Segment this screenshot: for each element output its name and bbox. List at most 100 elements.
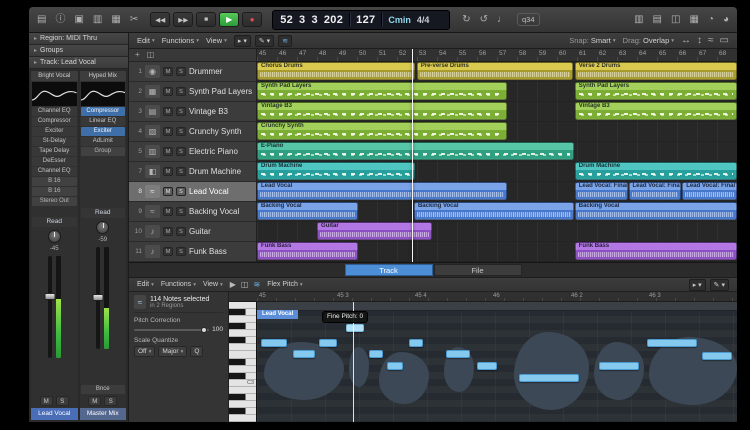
white-key[interactable] [229, 415, 256, 422]
eq-thumbnail[interactable] [31, 82, 77, 106]
list-editors-icon[interactable]: ▥ [634, 14, 643, 25]
plugin-slot[interactable]: Compressor [32, 117, 77, 126]
bounce-button[interactable]: Bnce [80, 385, 125, 394]
solo-button[interactable]: S [176, 167, 186, 176]
mute-button[interactable]: M [163, 187, 173, 196]
zoom-horizontal-icon[interactable]: ↔ [681, 35, 691, 46]
scale-root-select[interactable]: Off ▾ [134, 346, 156, 357]
track-header-drummer[interactable]: 1 ◉ M S Drummer [129, 62, 256, 82]
volume-fader[interactable] [44, 256, 56, 358]
zoom-presets-icon[interactable]: ▭ [720, 35, 729, 46]
loop-browser-icon[interactable]: ◫ [671, 14, 680, 25]
plugin-slot[interactable]: St-Delay [32, 137, 77, 146]
flex-pitch-note[interactable] [519, 374, 579, 382]
plugin-slot[interactable]: AdLimit [80, 137, 125, 146]
routing-slot[interactable]: Group [80, 147, 125, 156]
white-key[interactable] [229, 386, 256, 394]
drag-menu[interactable]: Drag: Overlap ▾ [623, 36, 674, 45]
flex-icon[interactable]: ≋ [253, 280, 260, 289]
rewind-button[interactable]: ◀◀ [150, 12, 171, 27]
white-key[interactable] [229, 400, 256, 408]
editor-region-chip[interactable]: Lead Vocal [257, 310, 299, 319]
flex-toggle[interactable]: ≋ [278, 34, 293, 47]
white-key[interactable] [229, 344, 256, 352]
region[interactable]: Lead Vocal: Final Com [574, 182, 628, 200]
region[interactable]: Synth Pad Layers [257, 82, 507, 100]
track-header-electric-piano[interactable]: 5 ▥ M S Electric Piano [129, 142, 256, 162]
plugin-slot[interactable]: Linear EQ [80, 117, 125, 126]
solo-button[interactable]: S [176, 187, 186, 196]
waveform-zoom-icon[interactable]: ≈ [708, 35, 714, 46]
region[interactable]: Pre-verse Drums [416, 62, 574, 80]
routing-slot[interactable]: Stereo Out [32, 197, 77, 206]
pencil-tool-select[interactable]: ✎ ▾ [709, 278, 729, 291]
mute-button[interactable]: M [163, 167, 173, 176]
catch-playhead-icon[interactable]: ▶ [230, 280, 236, 289]
region[interactable]: Crunchy Synth [257, 122, 507, 140]
pointer-tool-select[interactable]: ▸ ▾ [233, 34, 251, 47]
region[interactable]: Lead Vocal: Final Com [628, 182, 682, 200]
lcd-tempo[interactable]: 127 [356, 14, 375, 26]
quick-help-icon[interactable]: ▣ [74, 14, 83, 25]
mute-button[interactable]: M [163, 67, 173, 76]
flex-mode-select[interactable]: Flex Pitch ▾ [267, 281, 303, 288]
routing-slot[interactable]: B 16 [32, 187, 77, 196]
pan-knob[interactable] [47, 229, 61, 243]
white-key[interactable]: C3 [229, 379, 256, 387]
plugin-slot[interactable]: Channel EQ [32, 167, 77, 176]
plugin-slot[interactable]: Exciter [32, 127, 77, 136]
mute-button[interactable]: M [163, 127, 173, 136]
solo-button[interactable]: S [176, 67, 186, 76]
piano-keys[interactable]: C3 [229, 302, 257, 422]
region[interactable]: Backing Vocal [257, 202, 358, 220]
region-inspector-header[interactable]: ▸ Region: MIDI Thru [29, 33, 128, 45]
fader-cap[interactable] [44, 292, 56, 300]
eq-thumbnail[interactable] [80, 82, 126, 106]
solo-button[interactable]: S [176, 227, 186, 236]
region[interactable]: Backing Vocal [413, 202, 574, 220]
plugin-slot[interactable]: Exciter [80, 127, 125, 136]
note-pads-icon[interactable]: ▤ [653, 14, 662, 25]
black-key[interactable] [229, 337, 256, 345]
editor-functions-menu[interactable]: Functions ▾ [161, 281, 196, 288]
play-button[interactable]: ▶ [219, 12, 240, 27]
plugin-slot[interactable]: Channel EQ [32, 107, 77, 116]
editor-edit-menu[interactable]: Edit ▾ [137, 281, 154, 288]
forward-button[interactable]: ▶▶ [173, 12, 194, 27]
bar-ruler[interactable]: 45 46 47 48 49 50 51 52 53 54 55 56 57 58 59 60 61 62 63 64… [257, 49, 737, 62]
track-header-vintage-b3[interactable]: 3 ▤ M S Vintage B3 [129, 102, 256, 122]
lcd-time-signature[interactable]: 4/4 [417, 15, 430, 25]
functions-menu[interactable]: Functions ▾ [162, 36, 199, 45]
playhead[interactable] [412, 49, 414, 262]
track-header-drum-machine[interactable]: 7 ◧ M S Drum Machine [129, 162, 256, 182]
link-icon[interactable]: ◫ [241, 280, 249, 289]
track-header-lead-vocal[interactable]: 8 ≈ M S Lead Vocal [129, 182, 256, 202]
library-icon[interactable]: ▤ [37, 14, 46, 25]
solo-button[interactable]: S [176, 107, 186, 116]
add-track-button[interactable]: + [135, 51, 140, 59]
region[interactable]: E-Piano [257, 142, 574, 160]
track-header-funk-bass[interactable]: 11 ♪ M S Funk Bass [129, 242, 256, 262]
lcd-beat[interactable]: 3 [299, 14, 305, 26]
black-key[interactable] [229, 372, 256, 380]
flex-pitch-note[interactable] [387, 362, 403, 370]
groups-inspector-header[interactable]: ▸ Groups [29, 45, 128, 57]
automation-read-button[interactable]: Read [32, 217, 77, 227]
region[interactable]: Lead Vocal: Final Com [682, 182, 737, 200]
flex-pitch-note[interactable] [346, 324, 364, 332]
flex-pitch-editor[interactable]: Lead Vocal Fine Pitch: 0 [257, 302, 737, 422]
region[interactable]: Funk Bass [257, 242, 358, 260]
white-key[interactable] [229, 351, 256, 359]
plugin-slot[interactable]: Tape Delay [32, 147, 77, 156]
mute-button[interactable]: M [163, 147, 173, 156]
editor-ruler[interactable]: 45 45 3 45 4 46 46 2 46 3 [229, 292, 737, 302]
routing-slot[interactable]: B 16 [32, 177, 77, 186]
scale-type-select[interactable]: Major ▾ [158, 346, 188, 357]
editors-icon[interactable]: ✂ [130, 14, 138, 25]
flex-pitch-note[interactable] [446, 350, 470, 358]
smart-controls-icon[interactable]: ▥ [93, 14, 102, 25]
region[interactable]: Vintage B3 [257, 102, 507, 120]
region[interactable]: Vintage B3 [574, 102, 737, 120]
mute-button[interactable]: M [163, 87, 173, 96]
solo-button[interactable]: S [176, 247, 186, 256]
